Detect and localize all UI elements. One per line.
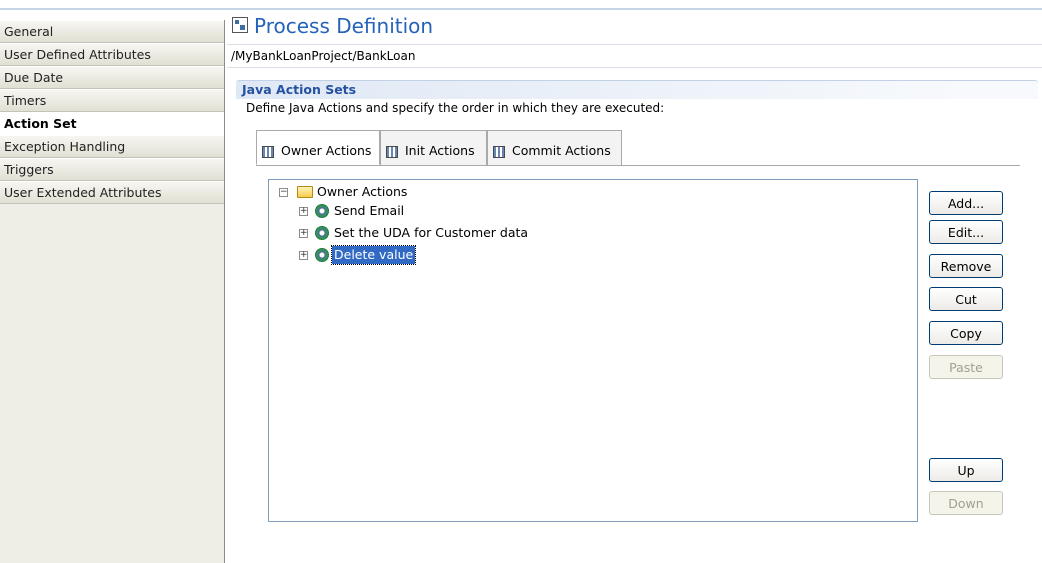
tab-label: Commit Actions [512, 143, 611, 158]
cut-button[interactable]: Cut [929, 287, 1003, 311]
tree-node-label: Set the UDA for Customer data [334, 225, 529, 240]
section-description: Define Java Actions and specify the orde… [246, 101, 665, 115]
top-border [0, 0, 1042, 10]
gear-icon [315, 226, 329, 240]
sidebar-item-due-date[interactable]: Due Date [0, 66, 224, 89]
add-button[interactable]: Add... [929, 191, 1003, 215]
action-tab-icon [493, 146, 505, 158]
expand-icon[interactable]: + [299, 229, 308, 238]
sidebar-item-general[interactable]: General [0, 20, 224, 43]
sidebar-item-action-set[interactable]: Action Set [0, 112, 224, 135]
java-action-sets-section: Java Action Sets Define Java Actions and… [236, 80, 1038, 122]
tree-node-label-selected: Delete value [330, 245, 417, 265]
tab-label: Init Actions [405, 143, 475, 158]
down-button[interactable]: Down [929, 491, 1003, 515]
tree-root-owner-actions[interactable]: − Owner Actions [279, 183, 479, 201]
tab-commit-actions[interactable]: Commit Actions [487, 130, 622, 165]
tree-node-send-email[interactable]: + Send Email [299, 202, 549, 220]
section-title[interactable]: Java Action Sets [236, 80, 1038, 99]
expand-icon[interactable]: + [299, 207, 308, 216]
action-tab-icon [262, 146, 274, 158]
paste-button[interactable]: Paste [929, 355, 1003, 379]
tab-divider [256, 165, 1020, 166]
sidebar-item-user-defined-attributes[interactable]: User Defined Attributes [0, 43, 224, 66]
sidebar: General User Defined Attributes Due Date… [0, 20, 225, 563]
tab-label: Owner Actions [281, 143, 372, 158]
owner-actions-tree[interactable]: − Owner Actions + Send Email + Set the U… [268, 179, 918, 522]
sidebar-item-triggers[interactable]: Triggers [0, 158, 224, 181]
breadcrumb-path: /MyBankLoanProject/BankLoan [227, 44, 1042, 68]
gear-icon [315, 204, 329, 218]
sidebar-item-exception-handling[interactable]: Exception Handling [0, 135, 224, 158]
edit-button[interactable]: Edit... [929, 220, 1003, 244]
tree-node-label: Owner Actions [317, 184, 408, 199]
sidebar-item-user-extended-attributes[interactable]: User Extended Attributes [0, 181, 224, 204]
copy-button[interactable]: Copy [929, 321, 1003, 345]
collapse-icon[interactable]: − [279, 188, 288, 197]
gear-icon [315, 248, 329, 262]
tree-node-delete-value[interactable]: + Delete value [299, 245, 549, 265]
remove-button[interactable]: Remove [929, 254, 1003, 278]
tree-node-set-uda[interactable]: + Set the UDA for Customer data [299, 224, 599, 242]
expand-icon[interactable]: + [299, 251, 308, 260]
tree-node-label: Send Email [334, 203, 405, 218]
sidebar-item-timers[interactable]: Timers [0, 89, 224, 112]
tab-owner-actions[interactable]: Owner Actions [256, 130, 380, 165]
action-tab-icon [386, 146, 398, 158]
page-title: Process Definition [254, 14, 434, 38]
up-button[interactable]: Up [929, 458, 1003, 482]
tab-init-actions[interactable]: Init Actions [380, 130, 487, 165]
process-definition-icon [232, 17, 248, 33]
folder-open-icon [297, 186, 313, 198]
